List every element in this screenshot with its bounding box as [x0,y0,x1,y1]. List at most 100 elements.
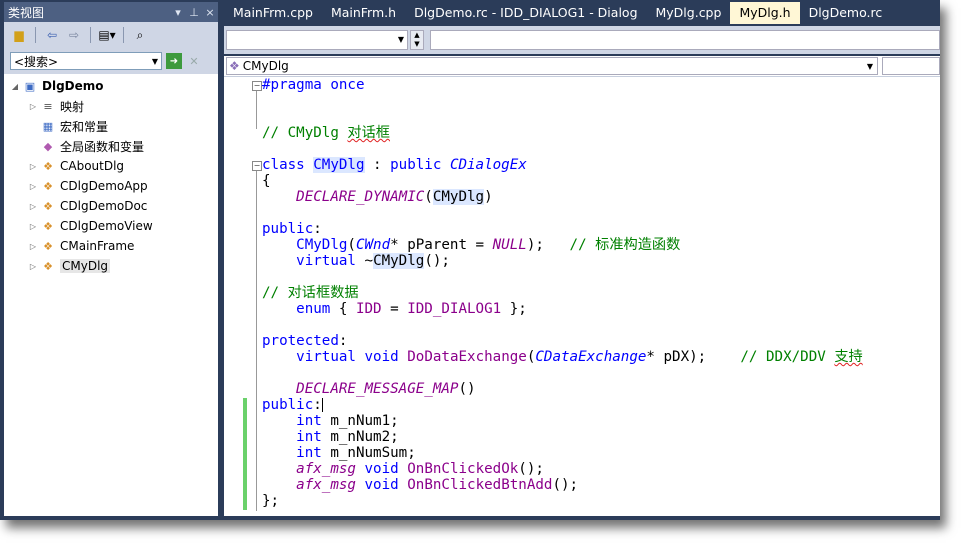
document-tabs: MainFrm.cpp MainFrm.h DlgDemo.rc - IDD_DIA… [224,2,940,24]
code-line[interactable]: DECLARE_DYNAMIC(CMyDlg) [262,189,863,205]
search-placeholder: <搜索> [14,54,59,69]
expand-arrow-icon[interactable]: ▷ [28,222,38,231]
tree-item[interactable]: ◆ 全局函数和变量 [4,136,218,156]
tree-item[interactable]: ▷ ≡ 映射 [4,96,218,116]
code-line[interactable] [262,141,863,157]
tree-item-label: 全局函数和变量 [60,139,145,154]
tree-item-label: CDlgDemoDoc [60,199,148,213]
code-line[interactable]: public: [262,221,863,237]
search-icon[interactable]: ⌕ [131,26,149,44]
expand-arrow-icon[interactable]: ◢ [10,82,20,91]
tab-mydlg-cpp[interactable]: MyDlg.cpp [647,2,731,24]
code-line[interactable]: int m_nNum1; [262,413,863,429]
code-line[interactable]: virtual void DoDataExchange(CDataExchang… [262,349,863,365]
code-line[interactable]: enum { IDD = IDD_DIALOG1 }; [262,301,863,317]
tree-item[interactable]: ▷ ❖ CDlgDemoView [4,216,218,236]
spin-button[interactable]: ▲ ▼ [410,30,424,50]
class-view-toolbar: ▆ ⇦ ⇨ ▤▾ ⌕ [4,22,218,48]
code-line[interactable]: // CMyDlg 对话框 [262,125,863,141]
class-view-title: 类视图 [8,5,45,20]
code-line[interactable]: { [262,173,863,189]
code-line[interactable]: public: [262,397,863,413]
toolbar-separator [35,27,36,43]
code-line[interactable]: }; [262,493,863,509]
tree-item[interactable]: ▷ ❖ CMainFrame [4,236,218,256]
class-icon: ❖ [43,259,53,273]
class-combo-value: CMyDlg [242,59,289,73]
code-line[interactable] [262,109,863,125]
clear-search-icon[interactable]: ✕ [186,53,202,69]
fold-line [256,171,257,511]
pin-icon[interactable]: ⊥ [186,6,202,19]
code-line[interactable]: class CMyDlg : public CDialogEx [262,157,863,173]
search-input[interactable]: <搜索> ▼ [10,52,162,70]
tree-item[interactable]: ▦ 宏和常量 [4,116,218,136]
code-line[interactable] [262,365,863,381]
expand-arrow-icon[interactable]: ▷ [28,202,38,211]
fold-toggle-icon[interactable]: − [252,81,262,91]
back-arrow-icon[interactable]: ⇦ [43,26,61,44]
forward-arrow-icon[interactable]: ⇨ [65,26,83,44]
class-icon: ❖ [43,159,53,173]
expand-arrow-icon[interactable]: ▷ [28,182,38,191]
tree-item-label: CDlgDemoApp [60,179,148,193]
code-line[interactable]: #pragma once [262,77,863,93]
code-line[interactable]: // 对话框数据 [262,285,863,301]
tree-item[interactable]: ▷ ❖ CAboutDlg [4,156,218,176]
expand-arrow-icon[interactable]: ▷ [28,262,38,271]
tab-dlgdemo-rc[interactable]: DlgDemo.rc [800,2,892,24]
class-combo[interactable]: ❖ CMyDlg ▼ [226,57,878,75]
tab-mainfrm-h[interactable]: MainFrm.h [322,2,405,24]
scope-combo[interactable]: ▼ [226,30,408,50]
tree-item-label: DlgDemo [42,79,104,93]
global-icon: ◆ [43,139,53,153]
macro-icon: ▦ [42,119,54,133]
tree-item-label: 宏和常量 [60,119,109,134]
class-icon: ❖ [43,179,53,193]
class-icon: ❖ [43,239,53,253]
class-view-titlebar: 类视图 ▾ ⊥ × [4,2,218,22]
code-line[interactable]: int m_nNumSum; [262,445,863,461]
code-line[interactable]: protected: [262,333,863,349]
code-line[interactable] [262,317,863,333]
tab-mainfrm-cpp[interactable]: MainFrm.cpp [224,2,322,24]
code-editor[interactable]: − − #pragma once // CMyDlg 对话框 class CMy… [224,77,940,516]
code-line[interactable]: afx_msg void OnBnClickedOk(); [262,461,863,477]
code-line[interactable] [262,93,863,109]
tree-item[interactable]: ▷ ❖ CDlgDemoApp [4,176,218,196]
close-icon[interactable]: × [202,6,218,19]
code-line[interactable]: int m_nNum2; [262,429,863,445]
go-arrow-icon[interactable]: ➜ [166,53,182,69]
tab-dlgdemo-rc-idd-dialog1-dialog[interactable]: DlgDemo.rc - IDD_DIALOG1 - Dialog [405,2,646,24]
expand-arrow-icon[interactable]: ▷ [28,242,38,251]
tree-item-label: CMainFrame [60,239,135,253]
chevron-down-icon[interactable]: ▼ [152,57,158,66]
fold-toggle-icon[interactable]: − [252,161,262,171]
code-line[interactable]: virtual ~CMyDlg(); [262,253,863,269]
function-combo[interactable] [882,57,940,75]
code-text[interactable]: #pragma once // CMyDlg 对话框 class CMyDlg … [262,77,863,509]
code-line[interactable]: CMyDlg(CWnd* pParent = NULL); // 标准构造函数 [262,237,863,253]
settings-icon[interactable]: ▤▾ [98,26,116,44]
tree-item[interactable]: ▷ ❖ CDlgDemoDoc [4,196,218,216]
expand-arrow-icon[interactable]: ▷ [28,162,38,171]
folder-icon[interactable]: ▆ [10,26,28,44]
tree-item-label: 映射 [60,99,85,114]
code-line[interactable]: afx_msg void OnBnClickedBtnAdd(); [262,477,863,493]
tab-mydlg-h[interactable]: MyDlg.h [730,2,800,24]
expand-arrow-icon[interactable]: ▷ [28,102,38,111]
tree-item-label: CMyDlg [60,259,111,273]
dropdown-icon[interactable]: ▾ [170,6,186,19]
class-icon: ❖ [43,219,53,233]
member-combo[interactable] [430,30,940,50]
code-line[interactable] [262,269,863,285]
map-icon: ≡ [43,99,53,113]
code-line[interactable] [262,205,863,221]
tree-item[interactable]: ◢ ▣ DlgDemo [4,76,218,96]
tree-item[interactable]: ▷ ❖ CMyDlg [4,256,218,276]
code-line[interactable]: DECLARE_MESSAGE_MAP() [262,381,863,397]
class-view-panel: 类视图 ▾ ⊥ × ▆ ⇦ ⇨ ▤▾ ⌕ <搜索> ▼ ➜ ✕ ◢ ▣ DlgDem… [4,2,218,516]
toolbar-separator [90,27,91,43]
tree-item-label: CDlgDemoView [60,219,153,233]
navigation-bar: ❖ CMyDlg ▼ [224,56,940,77]
